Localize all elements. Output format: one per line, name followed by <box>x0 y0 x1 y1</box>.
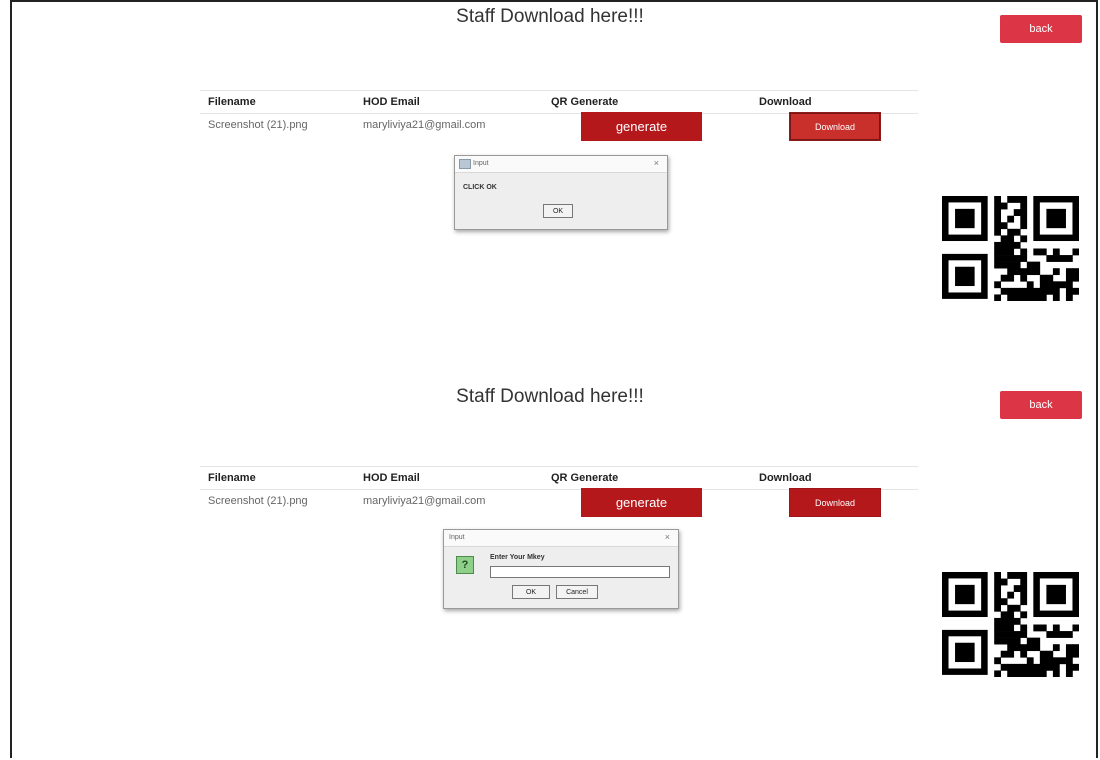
back-button[interactable]: back <box>1000 391 1082 419</box>
dialog-ok-button[interactable]: OK <box>512 585 550 599</box>
header-hod-email: HOD Email <box>363 472 420 484</box>
page-title: Staff Download here!!! <box>456 6 644 27</box>
dialog-titlebar: Input × <box>455 156 667 173</box>
question-icon: ? <box>456 556 474 574</box>
dialog-titlebar: Input × <box>444 530 678 547</box>
qr-code-icon <box>942 196 1079 301</box>
page-title: Staff Download here!!! <box>456 386 644 407</box>
close-icon[interactable]: × <box>654 158 659 168</box>
download-button[interactable]: Download <box>789 488 881 517</box>
dialog-ok-button[interactable]: OK <box>543 204 573 218</box>
dialog-title: Input <box>473 160 489 167</box>
dialog-title: Input <box>449 534 465 541</box>
screen-panel-1: Staff Download here!!! back Filename HOD… <box>0 0 1100 380</box>
qr-code-icon <box>942 572 1079 677</box>
input-dialog: Input × ? Enter Your Mkey OK Cancel <box>443 529 679 609</box>
cell-filename: Screenshot (21).png <box>208 119 308 131</box>
cell-email: maryliviya21@gmail.com <box>363 495 486 507</box>
download-button[interactable]: Download <box>789 112 881 141</box>
message-dialog: Input × CLICK OK OK <box>454 155 668 230</box>
header-qr-generate: QR Generate <box>551 96 619 108</box>
generate-button[interactable]: generate <box>581 488 702 517</box>
dialog-message: CLICK OK <box>463 184 497 191</box>
cell-filename: Screenshot (21).png <box>208 495 308 507</box>
cell-email: maryliviya21@gmail.com <box>363 119 486 131</box>
dialog-message: Enter Your Mkey <box>490 554 545 561</box>
header-filename: Filename <box>208 472 256 484</box>
mkey-input[interactable] <box>490 566 670 578</box>
java-window-icon <box>459 159 471 169</box>
table-header: Filename HOD Email QR Generate Download <box>200 91 918 114</box>
close-icon[interactable]: × <box>665 532 670 542</box>
dialog-cancel-button[interactable]: Cancel <box>556 585 598 599</box>
header-filename: Filename <box>208 96 256 108</box>
header-download: Download <box>759 96 812 108</box>
header-qr-generate: QR Generate <box>551 472 619 484</box>
generate-button[interactable]: generate <box>581 112 702 141</box>
back-button[interactable]: back <box>1000 15 1082 43</box>
table-header: Filename HOD Email QR Generate Download <box>200 467 918 490</box>
header-hod-email: HOD Email <box>363 96 420 108</box>
header-download: Download <box>759 472 812 484</box>
screen-panel-2: Staff Download here!!! back Filename HOD… <box>0 376 1100 756</box>
